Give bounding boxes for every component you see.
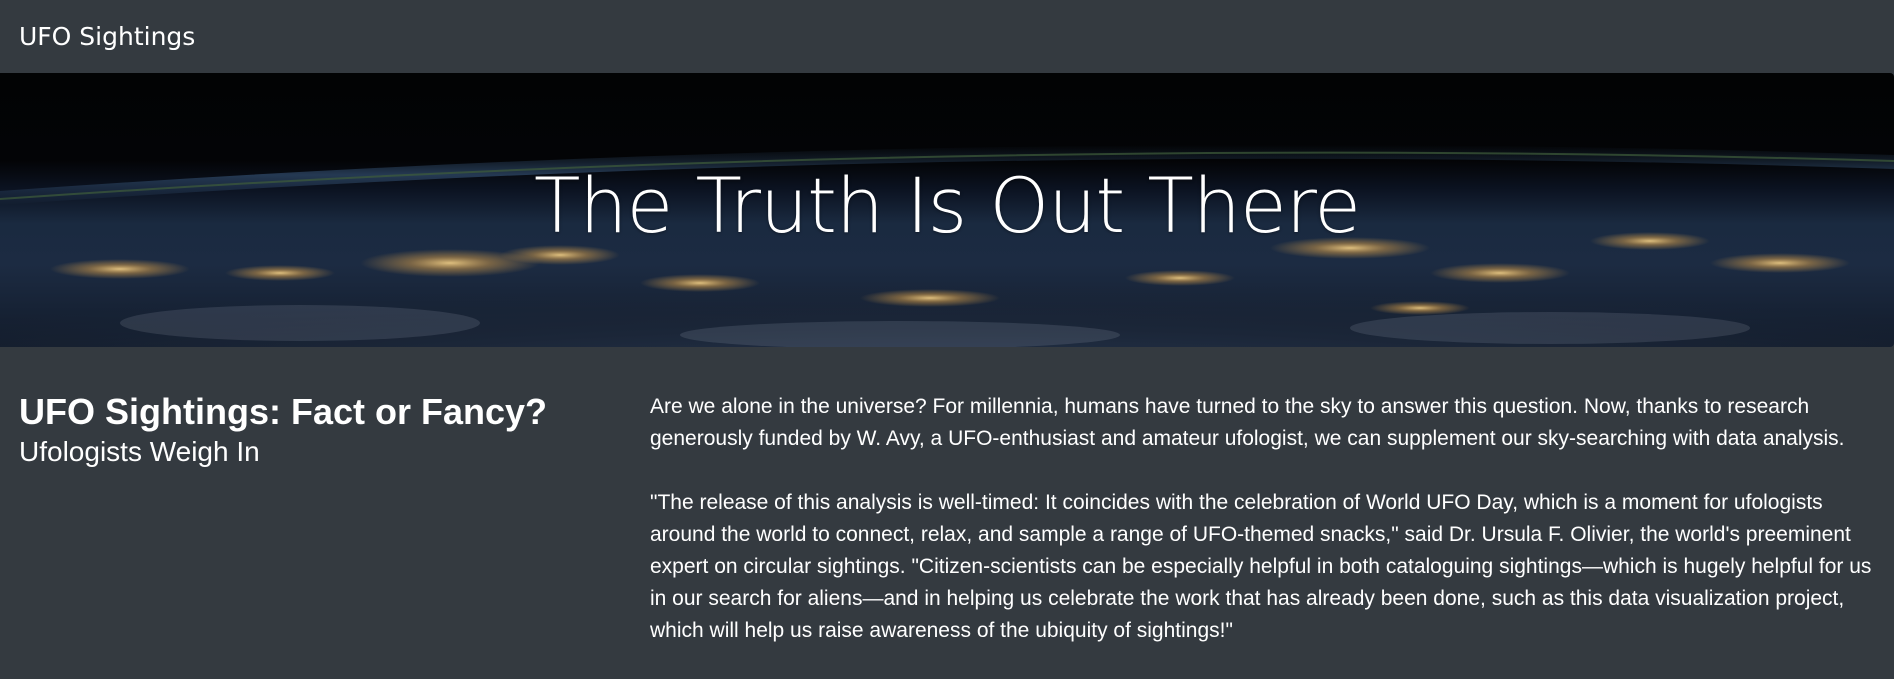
article-subtitle: Ufologists Weigh In	[19, 436, 260, 467]
navbar: UFO Sightings	[0, 0, 1894, 73]
hero-banner: The Truth Is Out There	[0, 73, 1894, 347]
article-title: UFO Sightings: Fact or Fancy?	[19, 391, 548, 432]
article-paragraph: Are we alone in the universe? For millen…	[650, 395, 1845, 450]
navbar-brand-link[interactable]: UFO Sightings	[19, 22, 195, 52]
hero-title: The Truth Is Out There	[533, 161, 1361, 250]
article-paragraph: "The release of this analysis is well-ti…	[650, 491, 1872, 642]
article-heading: UFO Sightings: Fact or Fancy? Ufologists…	[19, 390, 619, 470]
article-body: Are we alone in the universe? For millen…	[650, 391, 1880, 679]
